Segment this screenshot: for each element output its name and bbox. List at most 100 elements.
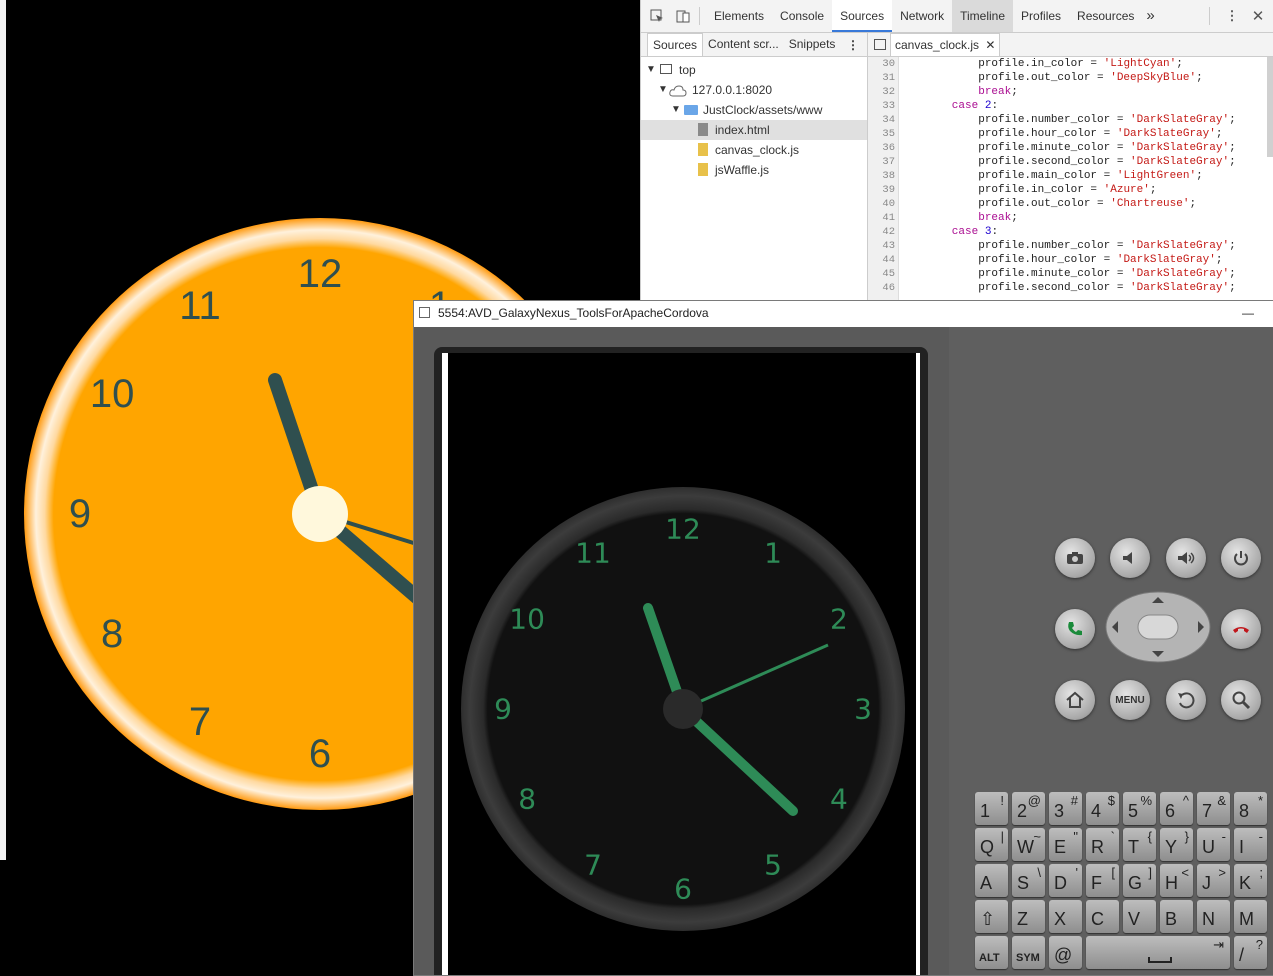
home-button[interactable] — [1055, 680, 1095, 720]
tab-profiles[interactable]: Profiles — [1013, 0, 1069, 32]
back-button[interactable] — [1166, 680, 1206, 720]
camera-button[interactable] — [1055, 538, 1095, 578]
inspect-element-icon[interactable] — [647, 6, 667, 26]
key[interactable]: U- — [1197, 828, 1230, 861]
key[interactable]: 7 & — [1197, 792, 1230, 825]
line-number[interactable]: 43 — [868, 239, 898, 253]
tree-item-file[interactable]: canvas_clock.js — [641, 140, 867, 160]
nav-tab-snippets[interactable]: Snippets — [784, 33, 841, 56]
key[interactable]: C — [1086, 900, 1119, 933]
tree-item-top[interactable]: ▼ top — [641, 60, 867, 80]
key[interactable]: J > — [1197, 864, 1230, 897]
tab-sources[interactable]: Sources — [832, 0, 893, 32]
call-button[interactable] — [1055, 609, 1095, 649]
line-number[interactable]: 30 — [868, 57, 898, 71]
tree-item-host[interactable]: ▼ 127.0.0.1:8020 — [641, 80, 867, 100]
line-number[interactable]: 38 — [868, 169, 898, 183]
close-tab-icon[interactable]: ✕ — [985, 38, 995, 52]
code-view[interactable]: 30 31 32 33 34 35 36 37 38 39 40 41 42 43 44 45 46 profi… — [868, 57, 1273, 300]
key[interactable]: 5% — [1123, 792, 1156, 825]
line-number[interactable]: 32 — [868, 85, 898, 99]
line-number[interactable]: 46 — [868, 281, 898, 295]
key[interactable]: T{ — [1123, 828, 1156, 861]
nav-tab-content-scripts[interactable]: Content scr... — [703, 33, 784, 56]
more-options-icon[interactable]: ⋮ — [1222, 6, 1242, 26]
line-number[interactable]: 41 — [868, 211, 898, 225]
key[interactable]: 1! — [975, 792, 1008, 825]
scrollbar[interactable] — [1267, 57, 1273, 157]
close-icon[interactable]: ✕ — [1248, 6, 1268, 26]
key[interactable]: 8 * — [1234, 792, 1267, 825]
minimize-button[interactable]: — — [1242, 301, 1254, 326]
key[interactable]: I- — [1234, 828, 1267, 861]
space-key[interactable]: ⇥ — [1086, 936, 1230, 969]
key[interactable]: H < — [1160, 864, 1193, 897]
key[interactable]: V — [1123, 900, 1156, 933]
menu-button[interactable]: MENU — [1110, 680, 1150, 720]
tab-network[interactable]: Network — [892, 0, 952, 32]
tab-resources[interactable]: Resources — [1069, 0, 1142, 32]
key[interactable]: W ~ — [1012, 828, 1045, 861]
key[interactable]: 6 ^ — [1160, 792, 1193, 825]
line-number[interactable]: 35 — [868, 127, 898, 141]
editor-tab-file[interactable]: canvas_clock.js ✕ — [890, 33, 1001, 56]
key[interactable]: Y} — [1160, 828, 1193, 861]
line-number[interactable]: 42 — [868, 225, 898, 239]
key[interactable]: 2 @ — [1012, 792, 1045, 825]
tab-console[interactable]: Console — [772, 0, 832, 32]
key[interactable]: Z — [1012, 900, 1045, 933]
line-number[interactable]: 33 — [868, 99, 898, 113]
navigator-menu-icon[interactable]: ⋮ — [847, 38, 859, 52]
line-number[interactable]: 39 — [868, 183, 898, 197]
key[interactable]: M — [1234, 900, 1267, 933]
tree-item-folder[interactable]: ▼ JustClock/assets/www — [641, 100, 867, 120]
at-key[interactable]: @ — [1049, 936, 1082, 969]
tab-elements[interactable]: Elements — [706, 0, 772, 32]
key[interactable]: F[ — [1086, 864, 1119, 897]
key[interactable]: 4 $ — [1086, 792, 1119, 825]
key[interactable]: 3 # — [1049, 792, 1082, 825]
line-number[interactable]: 34 — [868, 113, 898, 127]
slash-key[interactable]: /? — [1234, 936, 1267, 969]
window-edge — [0, 0, 6, 860]
dpad[interactable] — [1104, 591, 1212, 663]
line-number[interactable]: 31 — [868, 71, 898, 85]
tree-item-file[interactable]: index.html — [641, 120, 867, 140]
clock-number: 5 — [764, 848, 782, 881]
key[interactable]: X — [1049, 900, 1082, 933]
key[interactable]: A — [975, 864, 1008, 897]
app-window-icon — [419, 307, 430, 318]
toggle-navigator-icon[interactable] — [874, 39, 886, 50]
key[interactable]: S \ — [1012, 864, 1045, 897]
device-screen[interactable]: 12 1 2 3 4 5 6 7 8 9 10 11 — [442, 353, 920, 975]
key[interactable]: D ' — [1049, 864, 1082, 897]
alt-key[interactable]: ALT — [975, 936, 1008, 969]
power-button[interactable] — [1221, 538, 1261, 578]
search-button[interactable] — [1221, 680, 1261, 720]
clock-number: 9 — [69, 492, 91, 536]
clock-number: 12 — [298, 252, 343, 296]
volume-down-button[interactable] — [1110, 538, 1150, 578]
line-number[interactable]: 45 — [868, 267, 898, 281]
key[interactable]: E " — [1049, 828, 1082, 861]
key[interactable]: N — [1197, 900, 1230, 933]
more-tabs-chevron-icon[interactable]: » — [1142, 0, 1158, 32]
line-number[interactable]: 44 — [868, 253, 898, 267]
key[interactable]: Q | — [975, 828, 1008, 861]
tab-timeline[interactable]: Timeline — [952, 0, 1014, 32]
line-number[interactable]: 40 — [868, 197, 898, 211]
key[interactable]: G] — [1123, 864, 1156, 897]
key[interactable]: B — [1160, 900, 1193, 933]
volume-up-button[interactable] — [1166, 538, 1206, 578]
sym-key[interactable]: SYM — [1012, 936, 1045, 969]
clock-number: 6 — [309, 732, 331, 776]
line-number[interactable]: 37 — [868, 155, 898, 169]
key[interactable]: R ` — [1086, 828, 1119, 861]
key[interactable]: K; — [1234, 864, 1267, 897]
nav-tab-sources[interactable]: Sources — [647, 33, 704, 56]
device-mode-icon[interactable] — [673, 6, 693, 26]
key[interactable]: ⇧ — [975, 900, 1008, 933]
tree-item-file[interactable]: jsWaffle.js — [641, 160, 867, 180]
line-number[interactable]: 36 — [868, 141, 898, 155]
end-call-button[interactable] — [1221, 609, 1261, 649]
